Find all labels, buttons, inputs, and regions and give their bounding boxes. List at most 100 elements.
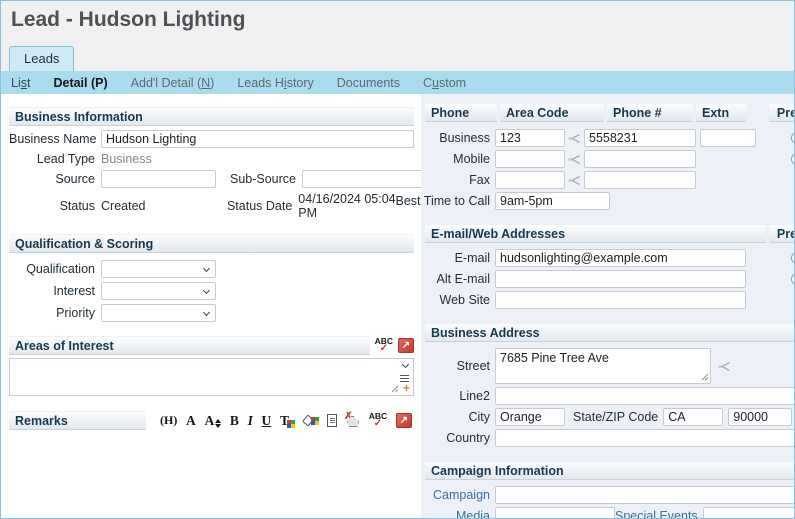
mobile-phone-input[interactable] xyxy=(584,150,696,168)
subtab-leads-history[interactable]: Leads History xyxy=(237,76,313,90)
add-icon[interactable]: + xyxy=(403,382,410,394)
title-bar: Lead - Hudson Lighting xyxy=(1,1,794,46)
best-time-input[interactable] xyxy=(495,192,610,210)
mobile-pref-radio[interactable] xyxy=(790,153,794,165)
fax-label: Fax xyxy=(469,173,490,187)
list-icon[interactable] xyxy=(400,375,409,376)
qualification-select[interactable] xyxy=(101,260,216,278)
subtab-addl-detail[interactable]: Add'l Detail (N) xyxy=(131,76,215,90)
chevron-down-icon[interactable] xyxy=(401,360,410,369)
business-extn-input[interactable] xyxy=(700,129,756,147)
section-remarks: Remarks xyxy=(9,411,146,430)
qualification-label: Qualification xyxy=(26,262,95,276)
business-name-input[interactable] xyxy=(101,130,414,148)
special-events-input[interactable] xyxy=(702,507,794,518)
lead-type-label: Lead Type xyxy=(36,152,95,166)
tab-strip: Leads xyxy=(1,46,794,71)
business-pref-radio[interactable] xyxy=(790,132,794,144)
email-input[interactable] xyxy=(495,249,746,267)
city-input[interactable] xyxy=(495,408,565,426)
mobile-area-code-input[interactable] xyxy=(495,150,565,168)
country-input[interactable] xyxy=(495,429,794,447)
phone-number-header: Phone # xyxy=(607,103,693,122)
web-site-input[interactable] xyxy=(495,291,746,309)
media-label[interactable]: Media xyxy=(425,509,495,518)
share-icon[interactable] xyxy=(568,154,581,165)
areas-of-interest-textarea[interactable]: + xyxy=(9,358,414,396)
best-time-row: Best Time to Call xyxy=(395,192,794,210)
city-label: City xyxy=(468,410,490,424)
remarks-toolbar: (H) A A B I U T ✗ ABC ✓ ↗ xyxy=(160,411,414,429)
source-label: Source xyxy=(55,172,95,186)
interest-label: Interest xyxy=(53,284,95,298)
line2-input[interactable] xyxy=(495,387,794,405)
italic-icon[interactable]: I xyxy=(248,413,253,428)
alt-email-label: Alt E-mail xyxy=(436,272,490,286)
campaign-label[interactable]: Campaign xyxy=(425,488,495,502)
section-business-information: Business Information xyxy=(9,107,414,126)
alt-email-pref-radio[interactable] xyxy=(790,273,794,285)
left-panel: Business Information Business Name Lead … xyxy=(1,94,473,518)
right-panel: Phone Area Code Phone # Extn Pref. Busin… xyxy=(395,94,794,518)
text-color-icon[interactable]: T xyxy=(280,413,295,428)
chevron-down-icon xyxy=(202,264,211,272)
business-phone-input[interactable] xyxy=(584,129,696,147)
phone-row-fax: Fax xyxy=(425,171,794,189)
state-input[interactable] xyxy=(663,408,724,426)
share-icon[interactable] xyxy=(568,175,581,186)
clear-format-icon[interactable]: ✗ xyxy=(344,411,360,427)
subtab-detail[interactable]: Detail (P) xyxy=(53,76,107,90)
highlight-color-icon[interactable] xyxy=(301,414,319,427)
spellcheck-icon[interactable]: ABC ✓ xyxy=(375,337,393,354)
status-label: Status xyxy=(59,199,95,213)
phone-header: Phone xyxy=(425,103,497,122)
email-label: E-mail xyxy=(454,251,490,265)
priority-select[interactable] xyxy=(101,304,216,322)
page-title: Lead - Hudson Lighting xyxy=(11,8,246,31)
underline-icon[interactable]: U xyxy=(262,413,272,428)
fax-phone-input[interactable] xyxy=(584,171,696,189)
chevron-down-icon xyxy=(202,308,211,316)
section-business-address: Business Address xyxy=(425,323,794,342)
share-icon[interactable] xyxy=(568,133,581,144)
line2-label: Line2 xyxy=(459,389,490,403)
email-pref-header: Pref. xyxy=(768,224,794,243)
alt-email-input[interactable] xyxy=(495,270,746,288)
media-input[interactable] xyxy=(495,507,615,518)
pref-header: Pref. xyxy=(768,103,794,122)
street-textarea[interactable]: 7685 Pine Tree Ave xyxy=(495,348,711,384)
street-label: Street xyxy=(456,359,490,373)
document-icon[interactable] xyxy=(327,414,338,427)
expand-icon[interactable]: ↗ xyxy=(395,413,412,428)
section-campaign-information: Campaign Information xyxy=(425,461,794,480)
best-time-label: Best Time to Call xyxy=(395,194,490,208)
font-size-icon[interactable]: A xyxy=(204,413,222,428)
bold-icon[interactable]: B xyxy=(230,413,239,428)
html-icon[interactable]: (H) xyxy=(160,413,177,428)
mobile-phone-label: Mobile xyxy=(453,152,490,166)
priority-label: Priority xyxy=(56,306,95,320)
expand-icon[interactable]: ↗ xyxy=(398,338,414,353)
font-icon[interactable]: A xyxy=(186,413,196,428)
lead-window: Lead - Hudson Lighting Leads List Detail… xyxy=(0,0,795,519)
email-pref-radio[interactable] xyxy=(790,252,794,264)
fax-area-code-input[interactable] xyxy=(495,171,565,189)
zip-input[interactable] xyxy=(728,408,793,426)
business-area-code-input[interactable] xyxy=(495,129,565,147)
spellcheck-icon[interactable]: ABC ✓ xyxy=(369,412,387,429)
country-label: Country xyxy=(446,431,490,445)
campaign-input[interactable] xyxy=(495,486,794,504)
subtab-list[interactable]: List xyxy=(11,76,30,90)
section-areas-of-interest: Areas of Interest xyxy=(9,336,370,355)
interest-select[interactable] xyxy=(101,282,216,300)
subtab-custom[interactable]: Custom xyxy=(423,76,466,90)
special-events-label[interactable]: Special Events xyxy=(615,509,703,518)
source-input[interactable] xyxy=(101,170,216,188)
tab-leads[interactable]: Leads xyxy=(9,46,75,71)
business-phone-label: Business xyxy=(439,131,490,145)
sub-tab-bar: List Detail (P) Add'l Detail (N) Leads H… xyxy=(1,71,794,94)
resize-grip-icon[interactable] xyxy=(391,385,399,393)
share-icon[interactable] xyxy=(718,361,731,372)
subtab-documents[interactable]: Documents xyxy=(337,76,400,90)
section-qualification-scoring: Qualification & Scoring xyxy=(9,234,414,253)
